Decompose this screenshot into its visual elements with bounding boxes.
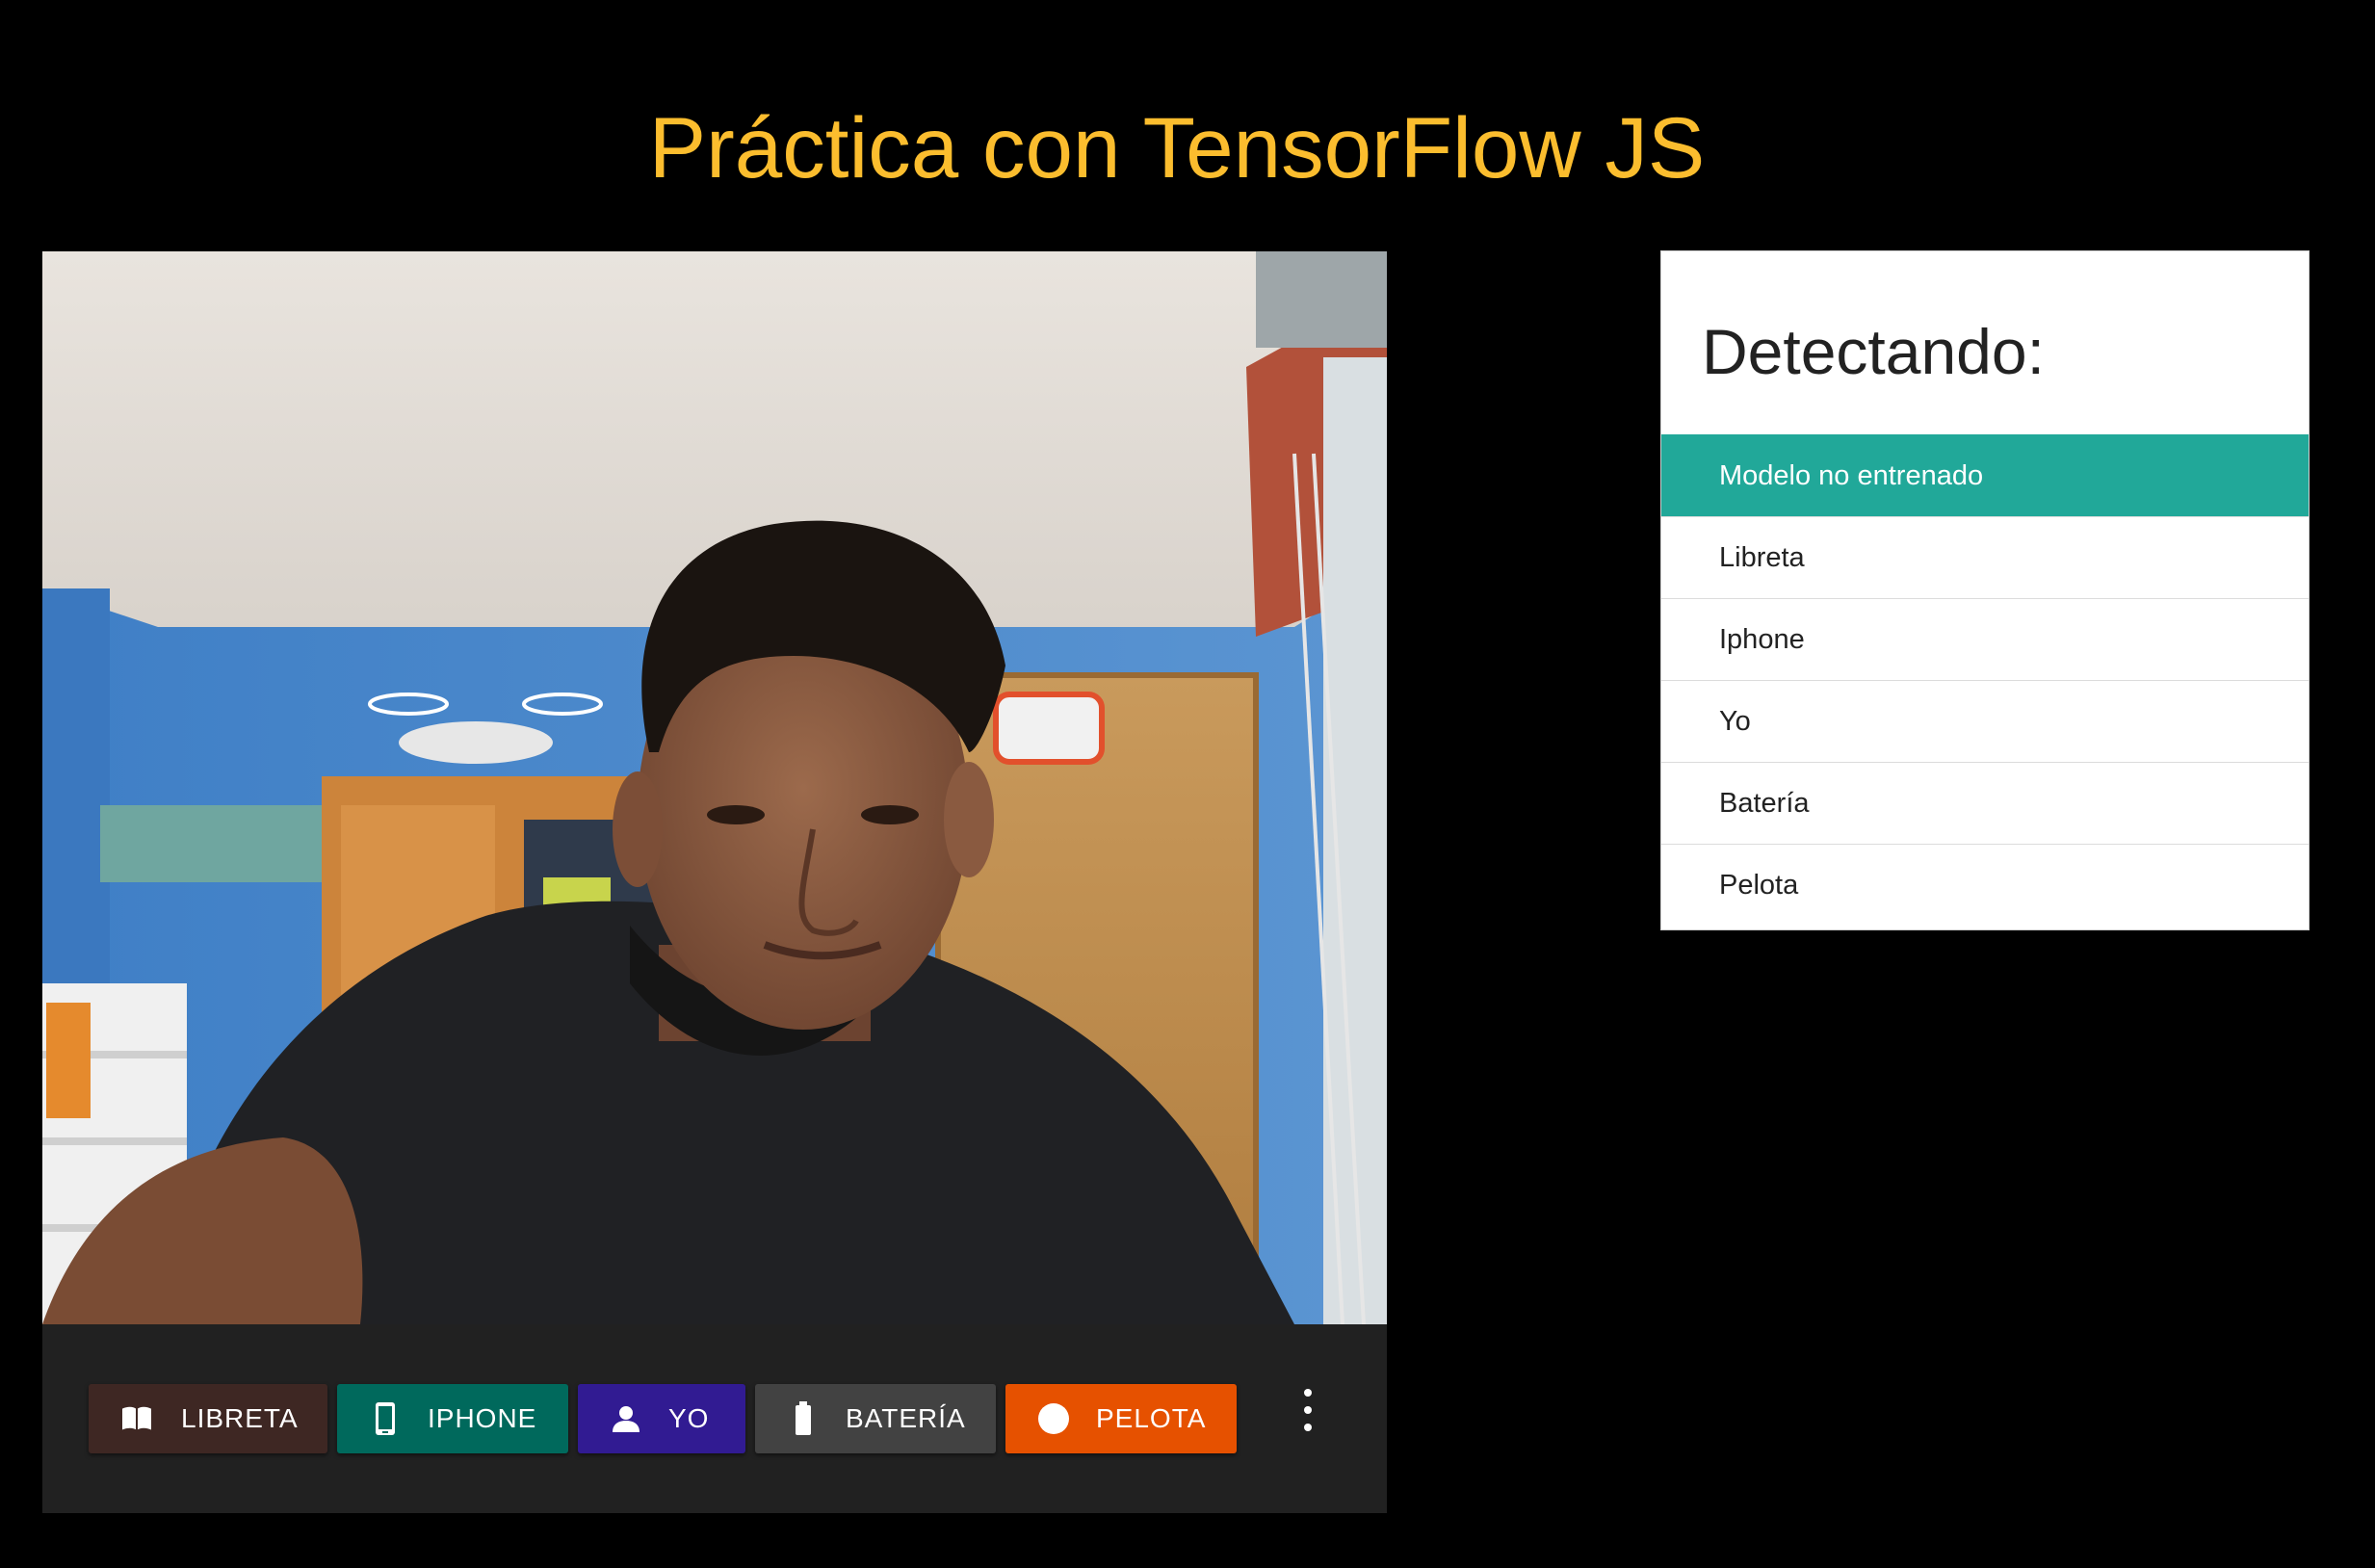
circle-icon: [1034, 1399, 1073, 1438]
battery-icon: [784, 1399, 822, 1438]
libreta-label: LIBRETA: [181, 1403, 299, 1433]
libreta-button[interactable]: LIBRETA: [89, 1384, 327, 1453]
detection-title: Detectando:: [1702, 316, 2045, 387]
yo-button[interactable]: YO: [578, 1384, 745, 1453]
detection-panel: Detectando: Modelo no entrenado Libreta …: [1660, 250, 2310, 930]
iphone-label: IPHONE: [428, 1403, 537, 1433]
book-icon: [117, 1399, 156, 1438]
iphone-button[interactable]: IPHONE: [337, 1384, 568, 1453]
detection-item-pelota[interactable]: Pelota: [1661, 844, 2309, 926]
yo-label: YO: [668, 1403, 710, 1433]
phone-icon: [366, 1399, 405, 1438]
bateria-label: BATERÍA: [846, 1403, 966, 1433]
detection-item-iphone[interactable]: Iphone: [1661, 598, 2309, 680]
pelota-label: PELOTA: [1096, 1403, 1207, 1433]
detection-item-libreta[interactable]: Libreta: [1661, 516, 2309, 598]
pelota-button[interactable]: PELOTA: [1005, 1384, 1237, 1453]
more-vert-icon[interactable]: [1298, 1389, 1318, 1431]
detection-item-modelo-no-entrenado[interactable]: Modelo no entrenado: [1661, 434, 2309, 516]
webcam-card: LIBRETA IPHONE YO BATERÍA PELOTA: [42, 251, 1387, 1513]
webcam-video: [42, 251, 1387, 1324]
page-title: Práctica con TensorFlow JS: [648, 98, 1706, 196]
bateria-button[interactable]: BATERÍA: [755, 1384, 996, 1453]
page: Práctica con TensorFlow JS LIBRETA IPHON…: [0, 0, 2375, 1568]
detection-item-bateria[interactable]: Batería: [1661, 762, 2309, 844]
detection-item-yo[interactable]: Yo: [1661, 680, 2309, 762]
person-icon: [607, 1399, 645, 1438]
detection-list: Modelo no entrenado Libreta Iphone Yo Ba…: [1661, 434, 2309, 926]
